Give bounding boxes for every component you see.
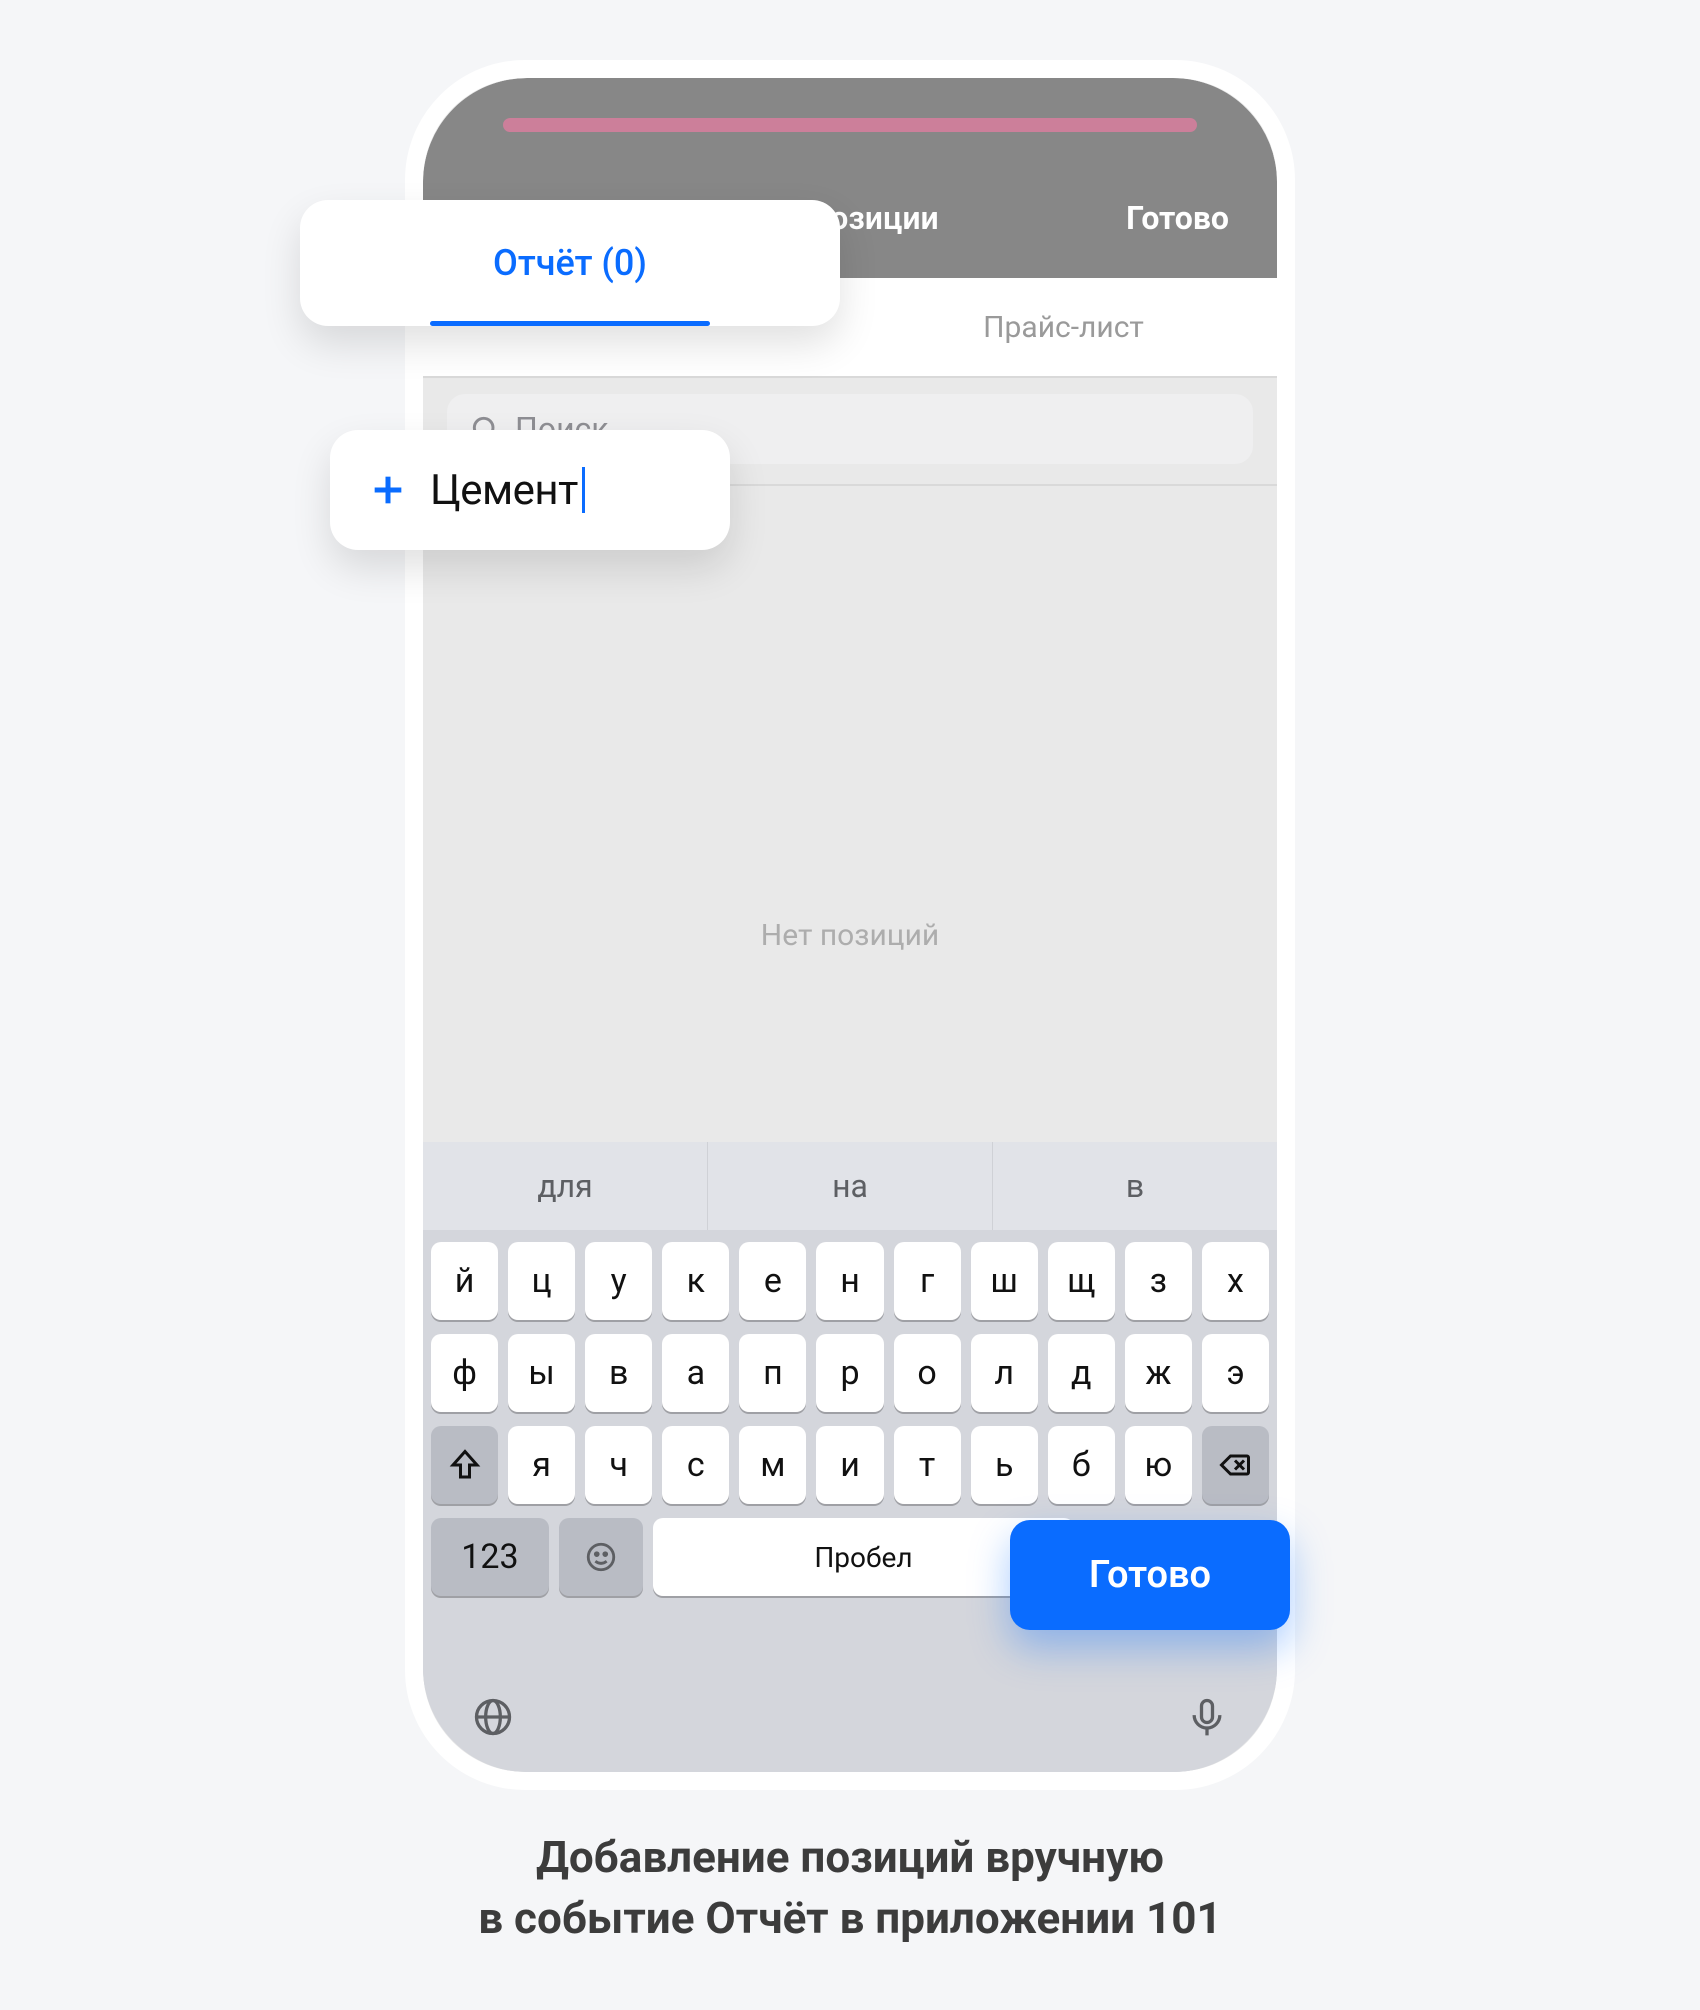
empty-state-label: Нет позиций [423, 918, 1277, 953]
key-р[interactable]: р [816, 1334, 883, 1412]
key-ф[interactable]: ф [431, 1334, 498, 1412]
key-б[interactable]: б [1048, 1426, 1115, 1504]
add-item-input[interactable]: Цемент [330, 430, 730, 550]
key-г[interactable]: г [894, 1242, 961, 1320]
key-й[interactable]: й [431, 1242, 498, 1320]
tab-report-overlay[interactable]: Отчёт (0) [300, 200, 840, 326]
suggestion-2[interactable]: на [708, 1142, 993, 1230]
key-э[interactable]: э [1202, 1334, 1269, 1412]
key-к[interactable]: к [662, 1242, 729, 1320]
emoji-icon [584, 1540, 618, 1574]
key-щ[interactable]: щ [1048, 1242, 1115, 1320]
key-о[interactable]: о [894, 1334, 961, 1412]
keyboard: для на в йцукенгшщзх фывапролджэ ячсмить… [423, 1142, 1277, 1772]
key-ю[interactable]: ю [1125, 1426, 1192, 1504]
key-л[interactable]: л [971, 1334, 1038, 1412]
key-ч[interactable]: ч [585, 1426, 652, 1504]
key-ж[interactable]: ж [1125, 1334, 1192, 1412]
key-с[interactable]: с [662, 1426, 729, 1504]
key-ь[interactable]: ь [971, 1426, 1038, 1504]
globe-icon[interactable] [471, 1695, 515, 1739]
backspace-icon [1217, 1447, 1253, 1483]
key-п[interactable]: п [739, 1334, 806, 1412]
plus-icon [368, 470, 408, 510]
key-ш[interactable]: ш [971, 1242, 1038, 1320]
key-у[interactable]: у [585, 1242, 652, 1320]
key-ы[interactable]: ы [508, 1334, 575, 1412]
emoji-key[interactable] [559, 1518, 643, 1596]
key-н[interactable]: н [816, 1242, 883, 1320]
suggestion-3[interactable]: в [993, 1142, 1277, 1230]
figure-caption: Добавление позиций вручную в событие Отч… [0, 1827, 1700, 1950]
key-е[interactable]: е [739, 1242, 806, 1320]
key-т[interactable]: т [894, 1426, 961, 1504]
numeric-key[interactable]: 123 [431, 1518, 549, 1596]
keyboard-suggestions: для на в [423, 1142, 1277, 1230]
suggestion-1[interactable]: для [423, 1142, 708, 1230]
text-cursor [582, 467, 585, 513]
key-в[interactable]: в [585, 1334, 652, 1412]
mic-icon[interactable] [1185, 1695, 1229, 1739]
key-м[interactable]: м [739, 1426, 806, 1504]
key-я[interactable]: я [508, 1426, 575, 1504]
keyboard-done-button[interactable]: Готово [1010, 1520, 1290, 1630]
done-button[interactable]: Готово [1126, 199, 1229, 237]
tab-underline [430, 321, 710, 326]
tab-pricelist[interactable]: Прайс-лист [850, 278, 1277, 376]
key-д[interactable]: д [1048, 1334, 1115, 1412]
shift-key[interactable] [431, 1426, 498, 1504]
keyboard-bottom-row [423, 1662, 1277, 1772]
key-а[interactable]: а [662, 1334, 729, 1412]
key-з[interactable]: з [1125, 1242, 1192, 1320]
backspace-key[interactable] [1202, 1426, 1269, 1504]
tab-report-label: Отчёт (0) [493, 242, 647, 284]
shift-icon [447, 1447, 483, 1483]
key-и[interactable]: и [816, 1426, 883, 1504]
phone-screen: Отменить Позиции Готово Прайс-лист Поиск… [423, 78, 1277, 1772]
key-ц[interactable]: ц [508, 1242, 575, 1320]
add-item-value: Цемент [430, 466, 578, 515]
notch-bar [503, 118, 1197, 132]
key-х[interactable]: х [1202, 1242, 1269, 1320]
